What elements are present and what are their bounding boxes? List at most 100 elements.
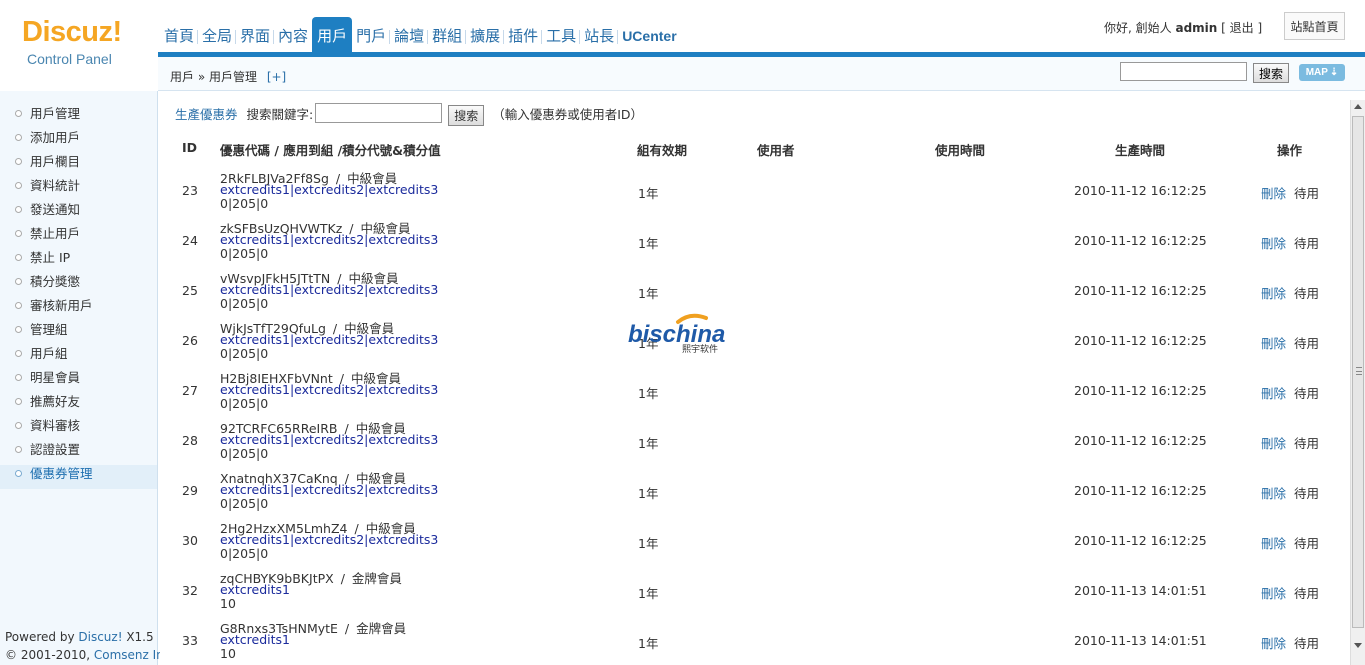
standby-link[interactable]: 待用 [1294, 333, 1319, 352]
keyword-search-input[interactable] [315, 103, 443, 123]
col-header-code: 優惠代碼 / 應用到組 /積分代號&積分值 [220, 143, 441, 158]
nav-forum[interactable]: 論壇 [389, 27, 428, 52]
delete-link[interactable]: 刪除 [1261, 283, 1286, 302]
sidebar-item-ban-user[interactable]: 禁止用戶 [0, 225, 157, 249]
generate-coupons-link[interactable]: 生產優惠券 [175, 104, 238, 123]
coupon-toolbar: 生產優惠券 搜索關鍵字: 搜索 （輸入優惠券或使用者ID） [175, 101, 643, 126]
sidebar-item-label: 發送通知 [30, 202, 81, 217]
bullet-icon [15, 278, 22, 285]
delete-link[interactable]: 刪除 [1261, 633, 1286, 652]
coupon-credit-values: 10 [220, 646, 236, 661]
standby-link[interactable]: 待用 [1294, 583, 1319, 602]
sidebar-item-user-management[interactable]: 用戶管理 [0, 105, 157, 129]
sidebar-item-moderate-new-users[interactable]: 審核新用戶 [0, 297, 157, 321]
delete-link[interactable]: 刪除 [1261, 383, 1286, 402]
map-button[interactable]: MAP ⇣ [1299, 64, 1345, 81]
nav-portal[interactable]: 門戶 [352, 27, 390, 52]
nav-global[interactable]: 全局 [197, 27, 236, 52]
col-header-gen-time: 生產時間 [1115, 143, 1166, 158]
coupon-validity: 1年 [638, 586, 659, 601]
bullet-icon [15, 398, 22, 405]
keyword-search-button[interactable]: 搜索 [448, 104, 485, 126]
standby-link[interactable]: 待用 [1294, 383, 1319, 402]
standby-link[interactable]: 待用 [1294, 283, 1319, 302]
site-home-button[interactable]: 站點首頁 [1284, 12, 1345, 40]
nav-users[interactable]: 用戶 [312, 17, 353, 52]
copyright: © 2001-2010, Comsenz Inc. [5, 648, 174, 662]
nav-interface[interactable]: 界面 [235, 27, 274, 52]
sidebar-item-send-notice[interactable]: 發送通知 [0, 201, 157, 225]
logout-link[interactable]: 退出 [1230, 21, 1254, 35]
sidebar-item-label: 用戶欄目 [30, 154, 81, 169]
coupon-credit-codes: extcredits1|extcredits2|extcredits3 [220, 282, 439, 297]
sidebar-item-label: 禁止 IP [30, 250, 71, 265]
coupon-credit-values: 0|205|0 [220, 396, 269, 411]
bullet-icon [15, 254, 22, 261]
delete-link[interactable]: 刪除 [1261, 233, 1286, 252]
standby-link[interactable]: 待用 [1294, 633, 1319, 652]
nav-home[interactable]: 首頁 [160, 27, 198, 52]
sidebar-item-star-members[interactable]: 明星會員 [0, 369, 157, 393]
standby-link[interactable]: 待用 [1294, 433, 1319, 452]
delete-link[interactable]: 刪除 [1261, 433, 1286, 452]
sidebar-item-label: 用戶組 [30, 346, 68, 361]
coupon-validity: 1年 [638, 636, 659, 651]
col-header-ops: 操作 [1277, 143, 1303, 158]
discuz-logo[interactable]: Discuz! Control Panel [0, 0, 158, 90]
sidebar-item-statistics[interactable]: 資料統計 [0, 177, 157, 201]
sidebar-item-admin-groups[interactable]: 管理組 [0, 321, 157, 345]
header-search-input[interactable] [1120, 62, 1247, 81]
sidebar-item-add-user[interactable]: 添加用戶 [0, 129, 157, 153]
header-search-button[interactable]: 搜索 [1253, 63, 1289, 83]
sidebar-item-user-fields[interactable]: 用戶欄目 [0, 153, 157, 177]
delete-link[interactable]: 刪除 [1261, 583, 1286, 602]
sidebar-item-label: 優惠券管理 [30, 466, 93, 481]
nav-webmaster[interactable]: 站長 [579, 27, 618, 52]
sidebar-item-label: 添加用戶 [30, 130, 81, 145]
sidebar-item-user-groups[interactable]: 用戶組 [0, 345, 157, 369]
bullet-icon [15, 446, 22, 453]
nav-extensions[interactable]: 擴展 [465, 27, 504, 52]
sidebar-item-recommend-friends[interactable]: 推薦好友 [0, 393, 157, 417]
discuz-link[interactable]: Discuz! [78, 630, 122, 644]
grip-icon [1356, 367, 1362, 375]
sidebar-item-credit-rewards[interactable]: 積分獎懲 [0, 273, 157, 297]
vertical-scrollbar[interactable] [1350, 100, 1365, 665]
col-header-validity: 組有效期 [637, 143, 688, 158]
bullet-icon [15, 182, 22, 189]
delete-link[interactable]: 刪除 [1261, 333, 1286, 352]
coupon-id: 33 [182, 633, 198, 648]
standby-link[interactable]: 待用 [1294, 183, 1319, 202]
standby-link[interactable]: 待用 [1294, 533, 1319, 552]
coupon-credit-values: 0|205|0 [220, 496, 269, 511]
nav-groups[interactable]: 群組 [427, 27, 466, 52]
scroll-up-arrow-icon[interactable] [1354, 104, 1362, 109]
nav-tools[interactable]: 工具 [541, 27, 580, 52]
sidebar-item-profile-review[interactable]: 資料審核 [0, 417, 157, 441]
coupon-credit-values: 0|205|0 [220, 296, 269, 311]
coupon-id: 24 [182, 233, 198, 248]
standby-link[interactable]: 待用 [1294, 483, 1319, 502]
nav-content[interactable]: 內容 [273, 27, 312, 52]
scroll-thumb[interactable] [1352, 116, 1364, 628]
coupon-credit-codes: extcredits1|extcredits2|extcredits3 [220, 432, 439, 447]
username: admin [1175, 21, 1218, 35]
scroll-down-arrow-icon[interactable] [1354, 643, 1362, 648]
nav-plugins[interactable]: 插件 [503, 27, 542, 52]
sidebar-item-coupon-management[interactable]: 優惠券管理 [0, 465, 157, 489]
standby-link[interactable]: 待用 [1294, 233, 1319, 252]
coupon-validity: 1年 [638, 386, 659, 401]
coupon-validity: 1年 [638, 436, 659, 451]
delete-link[interactable]: 刪除 [1261, 533, 1286, 552]
breadcrumb-add-shortcut[interactable]: [+] [267, 70, 286, 84]
delete-link[interactable]: 刪除 [1261, 483, 1286, 502]
coupon-credit-values: 0|205|0 [220, 196, 269, 211]
sidebar-item-ban-ip[interactable]: 禁止 IP [0, 249, 157, 273]
col-header-use-time: 使用時間 [935, 143, 986, 158]
nav-ucenter[interactable]: UCenter [617, 27, 680, 52]
coupon-id: 27 [182, 383, 198, 398]
delete-link[interactable]: 刪除 [1261, 183, 1286, 202]
logout-bracket-close: ] [1257, 21, 1263, 35]
sidebar-item-verification-settings[interactable]: 認證設置 [0, 441, 157, 465]
copyright-prefix: © 2001-2010, [5, 648, 94, 662]
